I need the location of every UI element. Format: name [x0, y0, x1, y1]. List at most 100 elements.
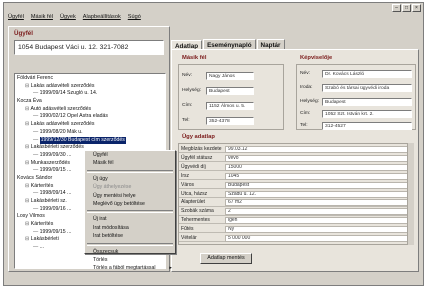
tree-node[interactable]: Kocza Éva [17, 98, 163, 106]
ugy-row: Megbízás kezdete 99.03.12 [179, 145, 412, 154]
menu-separator [87, 210, 173, 214]
ugy-row-label: Irsz [181, 172, 190, 179]
ugy-row: Utca, házsz Szadu u. 12. [179, 190, 412, 198]
context-menu-item[interactable]: Új ügy [85, 175, 175, 183]
field-label: Helység: [182, 88, 202, 93]
ugy-row-label: Alapterület [181, 199, 205, 206]
submenu-arrow-icon: ▸ [169, 265, 172, 272]
ugy-row: Irsz 1045 [179, 172, 412, 180]
tree-expander-icon[interactable]: — [33, 152, 40, 158]
minimize-button[interactable]: – [392, 4, 401, 12]
ugy-row-value[interactable]: Ny [225, 226, 410, 234]
context-menu-item[interactable]: Új irat [85, 215, 175, 223]
tree-node[interactable]: — 1990/02/12 Opel Astra eladás [17, 113, 163, 121]
ugy-row-value[interactable]: vevő [225, 154, 410, 162]
field-value[interactable]: Szabó és társai ügyvédi iroda [322, 84, 412, 92]
context-menu-item-label: Ügy áthelyezése [93, 184, 132, 191]
ugy-row-label: Tehermentes [181, 217, 210, 224]
ugy-row-value[interactable]: Budapest [225, 181, 410, 189]
field-value[interactable]: 352-4378 [206, 117, 254, 125]
ugy-row-value[interactable]: Szadu u. 12. [225, 190, 410, 198]
field-value[interactable]: Budapest [206, 87, 254, 95]
tree-expander-icon[interactable]: — [33, 244, 40, 250]
tree-node[interactable]: ⊟ Lakás adásvételi szerződés [17, 121, 163, 129]
menu-alapbeallitasok[interactable]: Alapbeállítások [83, 14, 121, 24]
context-menu-item[interactable]: Irat betöltése [85, 232, 175, 240]
context-menu-item[interactable]: Irat módosítása [85, 224, 175, 232]
context-menu-item[interactable]: Ügy mentési helye [85, 192, 175, 200]
tree-node[interactable]: ⊟ Lakás adásvételi szerződés [17, 83, 163, 91]
tree-node-label: Földvári Ferenc [17, 75, 54, 81]
tree-node[interactable]: — 1999/09/14 Szugló u. 14. [17, 90, 163, 98]
close-button[interactable]: × [412, 4, 421, 12]
menu-ugyfel[interactable]: Ügyfél [8, 14, 24, 24]
ugy-row-value[interactable]: 99.03.12 [225, 146, 410, 153]
field-value[interactable]: Nagy János [206, 72, 254, 80]
ugy-row-value[interactable]: 2 [225, 208, 410, 216]
tree-node-label: Munkaszerződés [30, 159, 71, 166]
tree-node-label: 1999/09/30 ... [39, 151, 72, 158]
ugy-row-value[interactable]: 67 m2 [225, 199, 410, 207]
tree-expander-icon[interactable]: — [33, 206, 40, 212]
adatlap-mentes-button[interactable]: Adatlap mentés [200, 253, 252, 264]
menu-ugyek[interactable]: Ügyek [60, 14, 76, 24]
ugy-row-value[interactable]: 1045 [225, 172, 410, 180]
tree-node-label: Autó adásvételi szerződés [30, 105, 92, 112]
maximize-button[interactable]: □ [402, 4, 411, 12]
tree-node-label: 1999/12/30 Budapest cím szerződés [39, 136, 126, 145]
ugy-row-label: Város [181, 181, 195, 188]
grid-scrollbar[interactable] [407, 143, 414, 245]
tree-node[interactable]: Földvári Ferenc [17, 75, 163, 83]
context-menu-item[interactable]: Ügy áthelyezése [85, 183, 175, 191]
tree-expander-icon[interactable]: — [33, 90, 40, 96]
ugy-row: Alapterület 67 m2 [179, 198, 412, 207]
tree-node-label: 1998/09/14 ... [39, 190, 72, 197]
ugy-row-label: Utca, házsz [181, 190, 208, 197]
field-value[interactable]: 1152 Álmos u. 5. [206, 102, 254, 110]
tree-node-label: Lakásbérleti sz. [30, 198, 67, 204]
context-menu-item-label: Ügyfél [93, 152, 108, 158]
field-value[interactable]: 1052 Szt. István krt. 2. [322, 110, 412, 118]
ugy-row-label: Fűtés [181, 226, 194, 233]
ugy-row-value[interactable]: 15000 [225, 163, 410, 171]
context-menu-item-label: Meglévő ügy betöltése [93, 200, 145, 207]
ugy-row: Szobák száma 2 [179, 207, 412, 216]
tree-node[interactable]: — 1999/12/30 Budapest cím szerződés [17, 136, 163, 145]
field-label: Helység: [300, 99, 320, 104]
tree-expander-icon[interactable]: — [33, 190, 40, 196]
context-menu-item-label: Új irat [93, 216, 107, 223]
tree-node-label: 1999/09/15 ... [39, 167, 72, 174]
context-menu-item[interactable]: Meglévő ügy betöltése [85, 200, 175, 208]
field-value[interactable]: Budapest [322, 98, 412, 106]
tree-node-label: Kovács Sándor [17, 174, 53, 181]
tree-expander-icon[interactable]: — [33, 137, 40, 143]
tree-expander-icon[interactable]: — [33, 129, 40, 135]
client-search-field[interactable]: 1054 Budapest Váci u. 12. 321-7082 [14, 40, 164, 55]
context-menu-item[interactable]: Törlés [85, 256, 175, 264]
context-menu-item[interactable]: Összecsuk [85, 248, 175, 256]
menu-sugo[interactable]: Súgó [128, 14, 141, 24]
menu-masik-fel[interactable]: Másik fél [31, 14, 53, 24]
kepviseloje-title: Képviselője [300, 55, 333, 61]
ugy-row-value[interactable]: igen [225, 217, 410, 225]
tree-expander-icon[interactable]: — [33, 113, 40, 119]
ugy-row-value[interactable]: 5 000 000 [225, 235, 410, 242]
context-menu-item-label: Összecsuk [93, 248, 119, 255]
context-menu-item-label: Új ügy [93, 175, 108, 182]
tree-node-label: Losy Vilmos [17, 213, 45, 220]
field-value[interactable]: Dr. Kovács László [322, 70, 412, 78]
tree-expander-icon[interactable]: — [33, 167, 40, 173]
context-menu-item-label: Törlés [93, 256, 108, 263]
tree-node[interactable]: — 1999/08/20 Mák u. [17, 129, 163, 137]
field-label: Tel: [300, 123, 308, 128]
context-menu-item[interactable]: Másik fél [85, 159, 175, 167]
field-value[interactable]: 312-4527 [322, 122, 412, 130]
tree-node-label: 1999/09/16 ... [39, 205, 72, 212]
tree-expander-icon[interactable]: — [33, 229, 40, 235]
context-menu-item[interactable]: Ügyfél [85, 151, 175, 159]
tree-node[interactable]: ⊟ Autó adásvételi szerződés [17, 106, 163, 114]
context-menu-item-label: Másik fél [93, 160, 114, 167]
context-menu: Ügyfél Másik fél Új ügy Ügy áthelyezése Ügy … [84, 150, 176, 271]
context-menu-item[interactable]: Törlés a fából megtartással ▸ [85, 264, 175, 272]
tree-node-label: Lakásbérleti szerződés [30, 144, 84, 151]
